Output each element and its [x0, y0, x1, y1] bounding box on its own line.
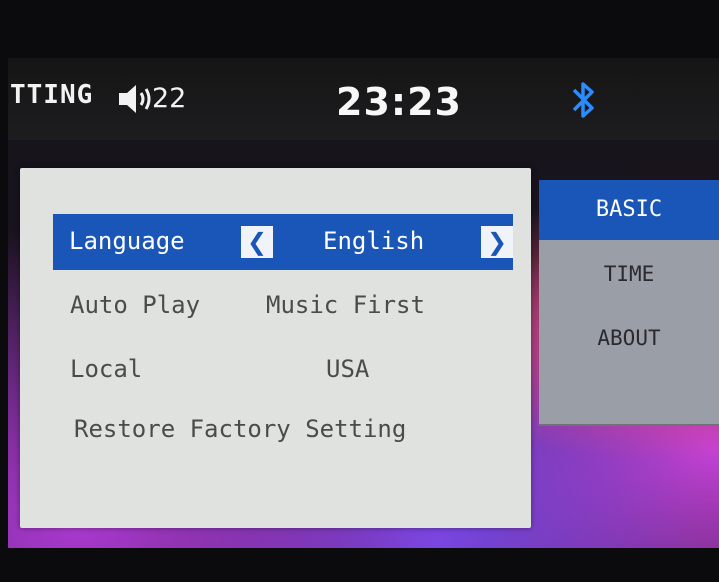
setting-value-auto-play: Music First: [266, 291, 425, 319]
tab-time[interactable]: TIME: [539, 262, 719, 286]
setting-row-auto-play[interactable]: Auto Play Music First: [54, 278, 514, 330]
chevron-left-icon[interactable]: ❮: [241, 226, 273, 258]
tab-group-inactive: TIME ABOUT: [539, 240, 719, 426]
volume-level: 22: [152, 83, 187, 114]
bluetooth-icon[interactable]: [568, 78, 600, 122]
speaker-icon[interactable]: [116, 82, 156, 116]
status-bar: TTING 22 23:23: [8, 58, 719, 140]
setting-row-restore-factory[interactable]: Restore Factory Setting: [54, 402, 514, 454]
setting-label-language: Language: [69, 227, 185, 255]
car-stereo-screen: TTING 22 23:23 Language ❮ English ❯ Auto…: [8, 58, 719, 548]
setting-label-auto-play: Auto Play: [70, 291, 201, 319]
setting-value-language: English: [323, 227, 425, 255]
settings-panel: Language ❮ English ❯ Auto Play Music Fir…: [20, 168, 531, 528]
tab-basic[interactable]: BASIC: [539, 180, 719, 240]
chevron-right-icon[interactable]: ❯: [481, 226, 513, 258]
tab-about[interactable]: ABOUT: [539, 326, 719, 350]
setting-label-restore-factory: Restore Factory Setting: [74, 415, 407, 443]
status-title: TTING: [10, 80, 94, 110]
clock: 23:23: [336, 80, 462, 124]
setting-value-local: USA: [326, 355, 370, 383]
settings-tabs: BASIC TIME ABOUT: [539, 180, 719, 426]
setting-row-local[interactable]: Local USA: [54, 342, 514, 394]
setting-row-language[interactable]: Language ❮ English ❯: [53, 214, 513, 270]
setting-label-local: Local: [70, 355, 143, 383]
